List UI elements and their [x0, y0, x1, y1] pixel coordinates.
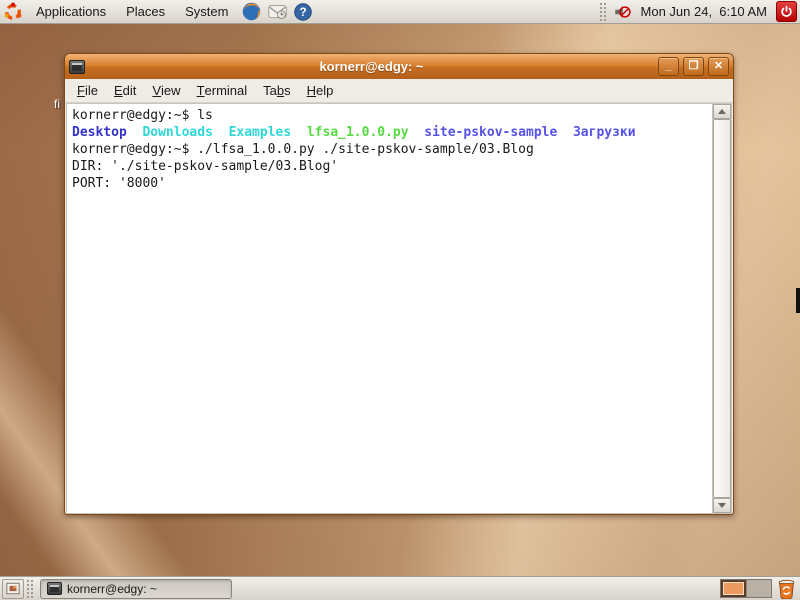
terminal-window-icon[interactable] [69, 60, 85, 74]
menu-view[interactable]: View [144, 79, 188, 103]
terminal-window: kornerr@edgy: ~ _ ❐ ✕ File Edit View Ter… [64, 53, 734, 515]
scrollbar-thumb[interactable] [713, 119, 731, 498]
terminal-output[interactable]: kornerr@edgy:~$ lsDesktop Downloads Exam… [67, 104, 712, 513]
screen-edge-cursor-mark [796, 288, 800, 313]
workspace-2[interactable] [746, 580, 771, 597]
terminal-task-icon [47, 582, 62, 595]
menu-help[interactable]: Help [299, 79, 342, 103]
menu-tabs[interactable]: Tabs [255, 79, 298, 103]
terminal-text-segment: Examples [229, 125, 292, 140]
terminal-text-segment: site-pskov-sample [424, 125, 557, 140]
terminal-text-segment: Downloads [142, 125, 212, 140]
terminal-menubar: File Edit View Terminal Tabs Help [65, 79, 733, 103]
menu-file[interactable]: File [69, 79, 106, 103]
tasklist-drag-handle[interactable] [26, 579, 34, 599]
terminal-text-segment [127, 125, 143, 140]
workspace-1-active[interactable] [721, 580, 746, 597]
workspace-switcher [720, 579, 772, 598]
menu-terminal[interactable]: Terminal [189, 79, 256, 103]
menu-system[interactable]: System [175, 0, 238, 24]
terminal-text-segment: DIR: './site-pskov-sample/03.Blog' [72, 159, 338, 174]
arrow-up-icon [718, 109, 726, 114]
terminal-line: kornerr@edgy:~$ ./lfsa_1.0.0.py ./site-p… [72, 141, 707, 158]
terminal-text-segment: kornerr@edgy:~$ ./lfsa_1.0.0.py ./site-p… [72, 142, 534, 157]
ubuntu-logo-icon[interactable] [2, 1, 24, 23]
firefox-launcher-icon[interactable] [240, 1, 262, 23]
window-title: kornerr@edgy: ~ [85, 59, 658, 74]
window-titlebar[interactable]: kornerr@edgy: ~ _ ❐ ✕ [65, 54, 733, 79]
terminal-text-segment [291, 125, 307, 140]
clock[interactable]: Mon Jun 24, 6:10 AM [635, 4, 773, 19]
terminal-text-segment: Загрузки [573, 125, 636, 140]
terminal-text-segment: Desktop [72, 125, 127, 140]
maximize-button[interactable]: ❐ [683, 57, 704, 76]
svg-text:?: ? [300, 6, 307, 19]
show-desktop-button[interactable] [2, 579, 24, 599]
top-panel: Applications Places System ? Mon Jun 2 [0, 0, 800, 24]
terminal-text-segment [557, 125, 573, 140]
desktop-icon-label-partial[interactable]: fi [54, 97, 60, 111]
terminal-scrollbar[interactable] [712, 104, 731, 513]
menu-applications[interactable]: Applications [26, 0, 116, 24]
minimize-button[interactable]: _ [658, 57, 679, 76]
scroll-up-button[interactable] [713, 104, 731, 119]
taskbar-window-label: kornerr@edgy: ~ [67, 582, 157, 596]
terminal-text-segment [409, 125, 425, 140]
terminal-line: DIR: './site-pskov-sample/03.Blog' [72, 158, 707, 175]
trash-icon[interactable] [775, 578, 797, 600]
close-button[interactable]: ✕ [708, 57, 729, 76]
taskbar-window-button[interactable]: kornerr@edgy: ~ [40, 579, 232, 599]
mail-notification-icon[interactable] [266, 1, 288, 23]
menu-edit[interactable]: Edit [106, 79, 144, 103]
terminal-text-segment: PORT: '8000' [72, 176, 166, 191]
scroll-down-button[interactable] [713, 498, 731, 513]
terminal-text-segment: kornerr@edgy:~$ ls [72, 108, 213, 123]
volume-muted-icon[interactable] [611, 1, 633, 23]
applet-drag-handle[interactable] [599, 2, 607, 22]
power-button[interactable] [776, 1, 797, 22]
terminal-text-segment: lfsa_1.0.0.py [307, 125, 409, 140]
bottom-panel: kornerr@edgy: ~ [0, 576, 800, 600]
terminal-line: Desktop Downloads Examples lfsa_1.0.0.py… [72, 124, 707, 141]
terminal-line: kornerr@edgy:~$ ls [72, 107, 707, 124]
menu-places[interactable]: Places [116, 0, 175, 24]
terminal-line: PORT: '8000' [72, 175, 707, 192]
terminal-text-segment [213, 125, 229, 140]
arrow-down-icon [718, 503, 726, 508]
help-icon[interactable]: ? [292, 1, 314, 23]
